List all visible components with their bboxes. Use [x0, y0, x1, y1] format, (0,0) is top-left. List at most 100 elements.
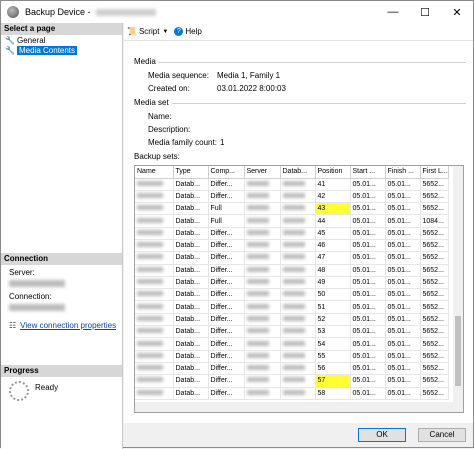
- cell-finish: 05.01...: [385, 239, 421, 253]
- table-row[interactable]: Datab... Differ... 41 05.01... 05.01... 5652.…: [135, 178, 449, 191]
- table-row[interactable]: Datab... Differ... 45 05.01... 05.01... 5652.…: [135, 227, 449, 240]
- page-item-general[interactable]: 🔧 General: [1, 35, 122, 45]
- table-row[interactable]: Datab... Differ... 57 05.01... 05.01... 5652.…: [135, 374, 449, 388]
- table-row[interactable]: Datab... Differ... 58 05.01... 05.01... 5652.…: [135, 387, 449, 400]
- blurred-cell: [135, 214, 174, 228]
- cancel-button[interactable]: Cancel: [418, 428, 466, 442]
- help-button[interactable]: ? Help: [174, 27, 202, 36]
- table-row[interactable]: Datab... Differ... 54 05.01... 05.01... 5652.…: [135, 337, 449, 351]
- cell-start: 05.01...: [350, 350, 386, 363]
- cell-comp: Differ...: [208, 288, 245, 302]
- blurred-cell: [244, 313, 281, 327]
- cell-start: 05.01...: [350, 190, 386, 204]
- blurred-value: [282, 389, 305, 395]
- horizontal-scrollbar[interactable]: [135, 402, 463, 412]
- table-row[interactable]: Datab... Differ... 42 05.01... 05.01... 5652.…: [135, 190, 449, 204]
- blurred-cell: [135, 288, 174, 302]
- vertical-scrollbar[interactable]: [453, 166, 463, 402]
- table-row[interactable]: Datab... Full 44 05.01... 05.01... 1084...: [135, 214, 449, 228]
- blurred-value: [282, 303, 305, 309]
- maximize-button[interactable]: ☐: [409, 1, 441, 23]
- blurred-value: [246, 242, 269, 248]
- server-label: Server:: [9, 268, 35, 277]
- table-row[interactable]: Datab... Differ... 50 05.01... 05.01... 5652.…: [135, 288, 449, 302]
- grid-column-header[interactable]: First L...: [420, 166, 449, 179]
- blurred-value: [246, 229, 269, 235]
- table-row[interactable]: Datab... Differ... 53 05.01... 05.01... 5652.…: [135, 325, 449, 339]
- connection-header: Connection: [1, 253, 122, 265]
- cell-finish: 05.01...: [385, 300, 421, 314]
- minimize-button[interactable]: —: [377, 1, 409, 23]
- grid-column-header[interactable]: Name: [135, 166, 174, 179]
- blurred-cell: [135, 264, 174, 277]
- cell-start: 05.01...: [350, 239, 386, 253]
- backup-sets-grid[interactable]: Name Type Comp... Server Datab... Position Sta…: [134, 165, 464, 413]
- cell-first: 5652...: [420, 202, 449, 216]
- view-connection-properties-link[interactable]: View connection properties: [20, 321, 116, 330]
- blurred-cell: [280, 190, 316, 204]
- cell-finish: 05.01...: [385, 264, 421, 277]
- blurred-value: [282, 352, 305, 358]
- cell-first: 1084...: [420, 214, 449, 228]
- cell-comp: Differ...: [208, 387, 245, 400]
- page-item-media-contents[interactable]: 🔧 Media Contents: [1, 45, 122, 55]
- blurred-cell: [135, 202, 174, 216]
- blurred-cell: [244, 239, 281, 253]
- grid-column-header[interactable]: Start ...: [350, 166, 386, 179]
- grid-column-header[interactable]: Position: [315, 166, 351, 179]
- progress-header: Progress: [1, 365, 122, 377]
- cell-finish: 05.01...: [385, 202, 421, 216]
- script-button[interactable]: 📜 Script ▼: [127, 27, 168, 36]
- table-row[interactable]: Datab... Differ... 52 05.01... 05.01... 5652.…: [135, 313, 449, 327]
- table-row[interactable]: Datab... Differ... 49 05.01... 05.01... 5652.…: [135, 276, 449, 290]
- cell-finish: 05.01...: [385, 337, 421, 351]
- grid-column-header[interactable]: Datab...: [280, 166, 316, 179]
- cell-comp: Differ...: [208, 251, 245, 265]
- blurred-cell: [135, 387, 174, 400]
- table-row[interactable]: Datab... Differ... 51 05.01... 05.01... 5652.…: [135, 300, 449, 314]
- cell-position: 43: [315, 202, 351, 216]
- cell-position: 48: [315, 264, 351, 277]
- blurred-cell: [244, 325, 281, 339]
- blurred-cell: [280, 276, 316, 290]
- scroll-thumb[interactable]: [455, 316, 461, 386]
- blurred-cell: [280, 251, 316, 265]
- cell-position: 42: [315, 190, 351, 204]
- blurred-value: [137, 242, 163, 248]
- close-button[interactable]: ✕: [441, 1, 473, 23]
- grid-column-header[interactable]: Finish ...: [385, 166, 421, 179]
- blurred-cell: [135, 337, 174, 351]
- blurred-value: [137, 180, 163, 186]
- grid-column-header[interactable]: Type: [173, 166, 209, 179]
- cell-type: Datab...: [173, 276, 209, 290]
- table-row[interactable]: Datab... Differ... 55 05.01... 05.01... 5652.…: [135, 350, 449, 363]
- table-row[interactable]: Datab... Differ... 47 05.01... 05.01... 5652.…: [135, 251, 449, 265]
- cell-type: Datab...: [173, 239, 209, 253]
- media-set-section-title: Media set: [134, 98, 169, 107]
- blurred-value: [246, 365, 269, 371]
- table-row[interactable]: Datab... Full 43 05.01... 05.01... 5652...: [135, 202, 449, 216]
- cell-start: 05.01...: [350, 300, 386, 314]
- grid-column-header[interactable]: Comp...: [208, 166, 245, 179]
- cell-finish: 05.01...: [385, 214, 421, 228]
- cell-start: 05.01...: [350, 337, 386, 351]
- cell-start: 05.01...: [350, 227, 386, 240]
- blurred-value: [137, 389, 163, 395]
- table-row[interactable]: Datab... Differ... 56 05.01... 05.01... 5652.…: [135, 362, 449, 376]
- blurred-cell: [280, 387, 316, 400]
- cell-first: 5652...: [420, 374, 449, 388]
- connection-label: Connection:: [9, 292, 52, 301]
- table-row[interactable]: Datab... Differ... 48 05.01... 05.01... 5652.…: [135, 264, 449, 277]
- blurred-cell: [135, 239, 174, 253]
- blurred-value: [282, 180, 305, 186]
- cell-type: Datab...: [173, 374, 209, 388]
- blurred-value: [137, 229, 163, 235]
- ok-button[interactable]: OK: [358, 428, 406, 442]
- cell-comp: Differ...: [208, 300, 245, 314]
- table-row[interactable]: Datab... Differ... 46 05.01... 05.01... 5652.…: [135, 239, 449, 253]
- cell-type: Datab...: [173, 387, 209, 400]
- blurred-cell: [244, 251, 281, 265]
- cell-start: 05.01...: [350, 276, 386, 290]
- cell-first: 5652...: [420, 251, 449, 265]
- grid-column-header[interactable]: Server: [244, 166, 281, 179]
